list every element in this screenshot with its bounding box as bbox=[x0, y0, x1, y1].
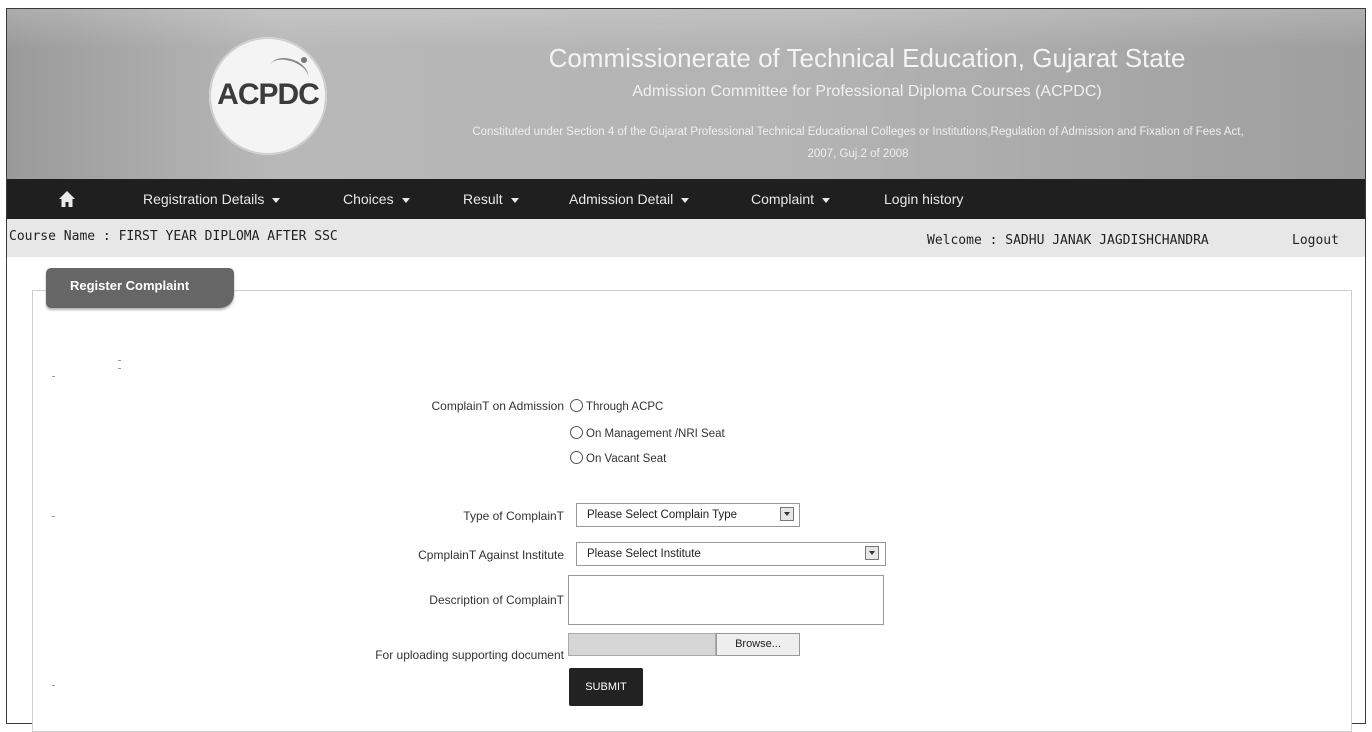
select-value: Please Select Institute bbox=[587, 548, 701, 560]
radio-label: On Management /NRI Seat bbox=[586, 428, 725, 440]
radio-label: Through ACPC bbox=[586, 401, 664, 413]
complaint-against-label: CpmplainT Against Institute bbox=[418, 548, 564, 562]
nav-label: Choices bbox=[343, 191, 394, 207]
complaint-type-label: Type of ComplainT bbox=[463, 509, 564, 523]
law-line-2: 2007, Guj.2 of 2008 bbox=[807, 148, 909, 160]
decorative-mark bbox=[118, 360, 121, 361]
radio-vacant-seat[interactable]: On Vacant Seat bbox=[570, 451, 666, 465]
submit-button[interactable]: SUBMIT bbox=[569, 668, 643, 706]
nav-choices[interactable]: Choices bbox=[343, 179, 410, 219]
institute-select[interactable]: Please Select Institute bbox=[576, 542, 886, 566]
acpdc-logo: ACPDC bbox=[209, 37, 327, 155]
description-label: Description of ComplainT bbox=[429, 593, 564, 607]
decorative-mark bbox=[52, 376, 55, 377]
radio-button-icon[interactable] bbox=[570, 426, 583, 439]
nav-label: Registration Details bbox=[143, 191, 265, 207]
site-subtitle: Admission Committee for Professional Dip… bbox=[632, 83, 1102, 100]
site-header: ACPDC Commissionerate of Technical Educa… bbox=[7, 9, 1365, 179]
chevron-down-icon bbox=[401, 197, 410, 203]
chevron-down-icon bbox=[822, 197, 831, 203]
nav-label: Result bbox=[463, 191, 503, 207]
nav-registration-details[interactable]: Registration Details bbox=[143, 179, 281, 219]
course-name: Course Name : FIRST YEAR DIPLOMA AFTER S… bbox=[9, 229, 338, 244]
upload-label: For uploading supporting document bbox=[375, 648, 564, 662]
chevron-down-icon bbox=[510, 197, 519, 203]
radio-label: On Vacant Seat bbox=[586, 453, 667, 465]
nav-label: Admission Detail bbox=[569, 191, 674, 207]
welcome-text: Welcome : SADHU JANAK JAGDISHCHANDRA bbox=[927, 233, 1209, 248]
chevron-down-icon bbox=[681, 197, 690, 203]
logo-text: ACPDC bbox=[217, 78, 320, 111]
browse-button[interactable]: Browse... bbox=[716, 633, 800, 656]
radio-through-acpc[interactable]: Through ACPC bbox=[570, 399, 663, 413]
complaint-on-admission-label: ComplainT on Admission bbox=[431, 399, 564, 413]
logout-link[interactable]: Logout bbox=[1292, 233, 1339, 248]
chevron-down-icon[interactable] bbox=[780, 507, 794, 521]
radio-button-icon[interactable] bbox=[570, 399, 583, 412]
site-law-notice: Constituted under Section 4 of the Gujar… bbox=[353, 121, 1363, 165]
nav-result[interactable]: Result bbox=[463, 179, 519, 219]
panel-title-tab: Register Complaint bbox=[46, 268, 234, 308]
logo-dot bbox=[301, 57, 307, 63]
radio-management-nri[interactable]: On Management /NRI Seat bbox=[570, 426, 725, 440]
decorative-mark bbox=[118, 368, 121, 369]
chevron-down-icon bbox=[272, 197, 281, 203]
file-path-field[interactable] bbox=[568, 633, 716, 656]
chevron-down-icon[interactable] bbox=[865, 546, 879, 560]
law-line-1: Constituted under Section 4 of the Gujar… bbox=[472, 126, 1244, 138]
description-textarea[interactable] bbox=[568, 575, 884, 625]
complaint-type-select[interactable]: Please Select Complain Type bbox=[576, 503, 800, 527]
nav-admission-detail[interactable]: Admission Detail bbox=[569, 179, 690, 219]
nav-complaint[interactable]: Complaint bbox=[751, 179, 831, 219]
nav-label: Complaint bbox=[751, 191, 815, 207]
main-navbar: Registration Details Choices Result Admi… bbox=[7, 179, 1365, 219]
nav-login-history[interactable]: Login history bbox=[884, 179, 963, 219]
decorative-mark bbox=[52, 685, 55, 686]
radio-button-icon[interactable] bbox=[570, 451, 583, 464]
decorative-mark bbox=[52, 516, 55, 517]
home-icon[interactable] bbox=[57, 189, 77, 209]
info-bar: Course Name : FIRST YEAR DIPLOMA AFTER S… bbox=[7, 219, 1365, 257]
site-title: Commissionerate of Technical Education, … bbox=[548, 43, 1186, 73]
nav-label: Login history bbox=[884, 191, 964, 207]
select-value: Please Select Complain Type bbox=[587, 509, 738, 521]
